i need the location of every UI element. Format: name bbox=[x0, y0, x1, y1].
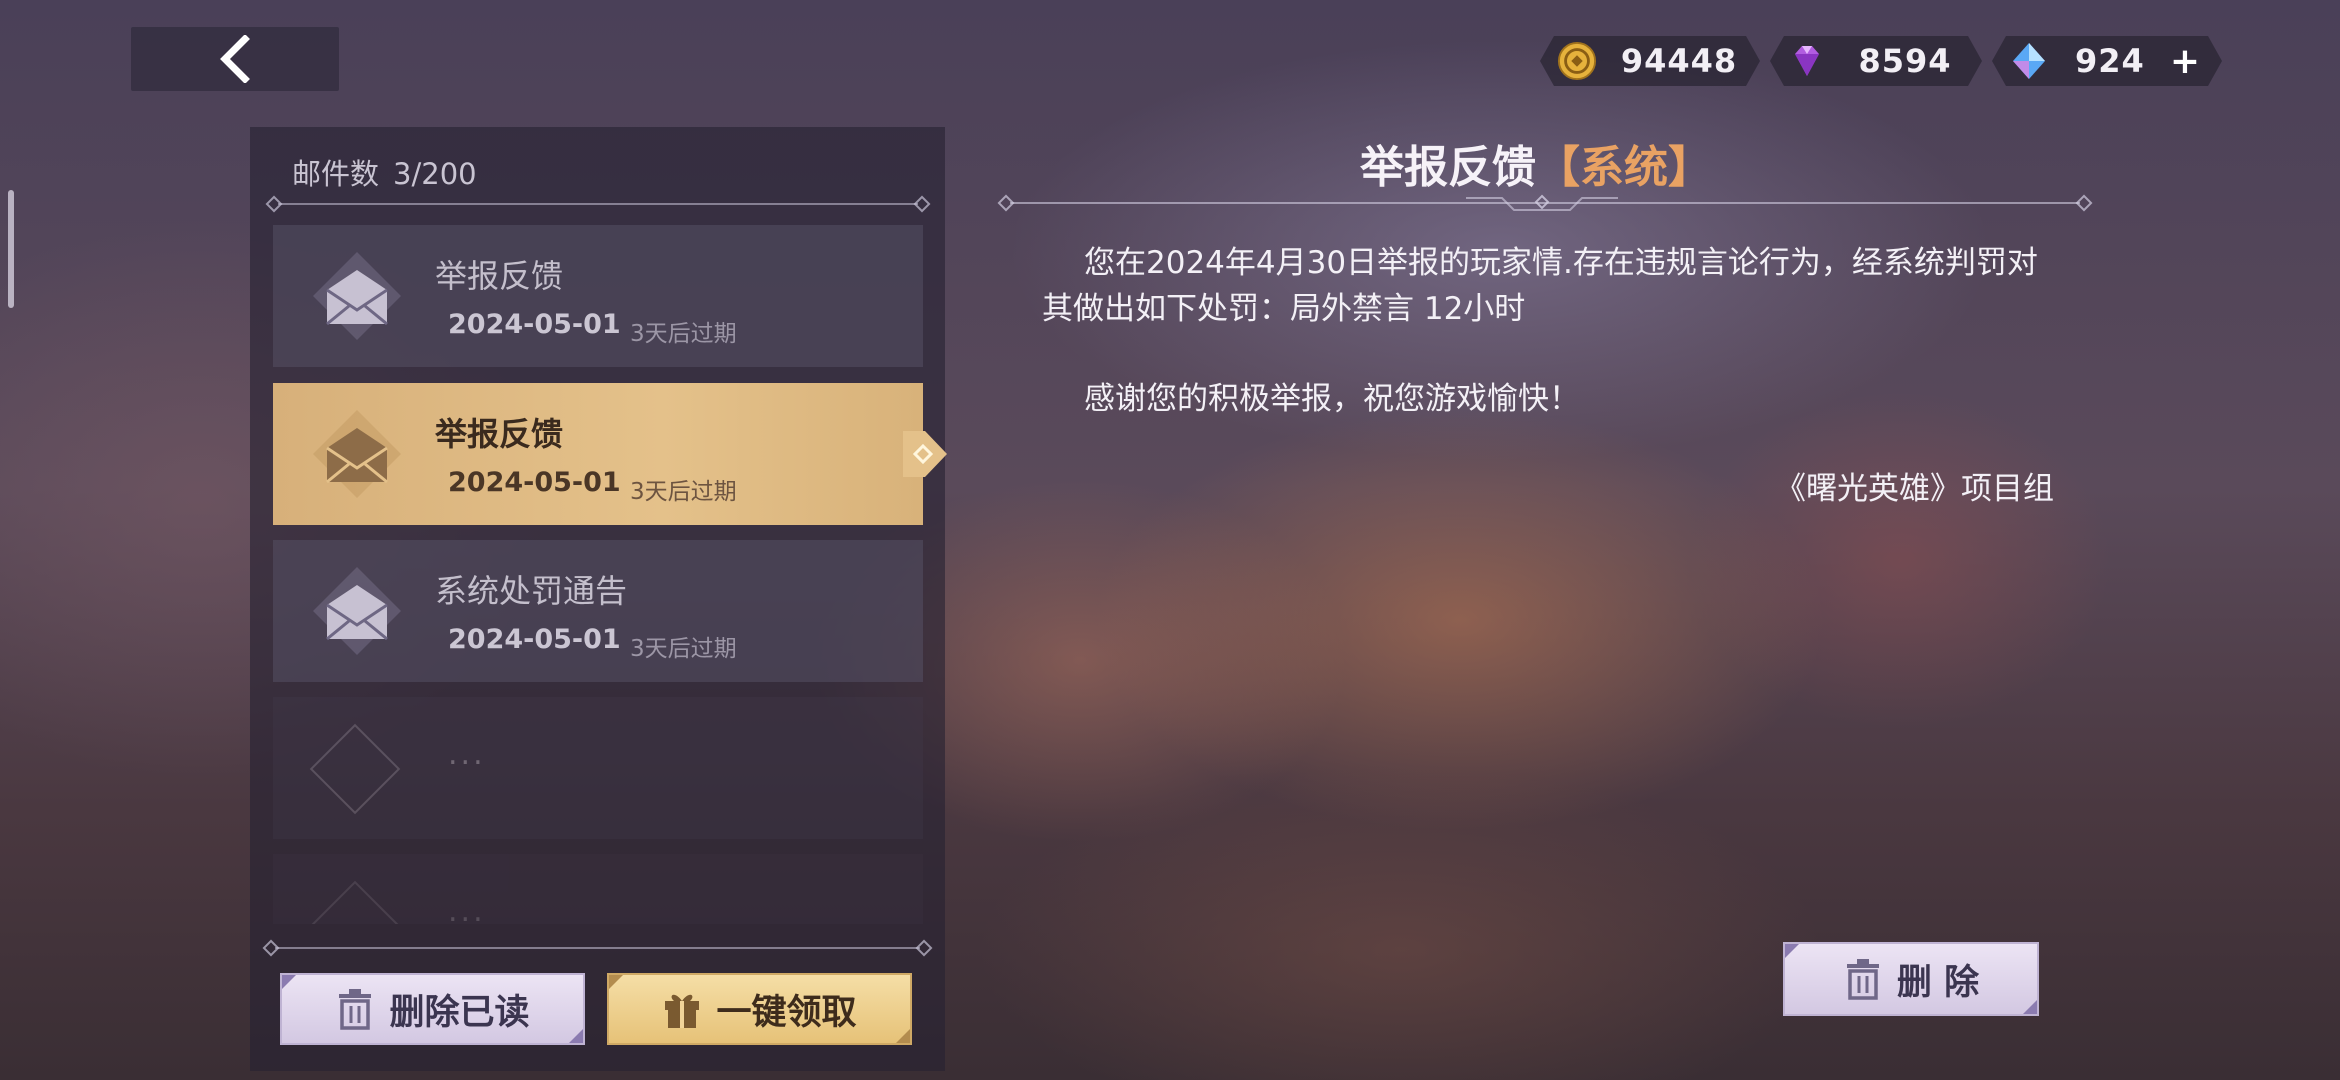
envelope-icon bbox=[273, 540, 441, 682]
mail-date: 2024-05-01 bbox=[448, 309, 621, 340]
gold-currency: 94448 bbox=[1540, 36, 1760, 86]
mail-item-selected[interactable]: 举报反馈 2024-05-01 3天后过期 bbox=[273, 383, 947, 525]
empty-slot-diamond-icon bbox=[309, 723, 401, 815]
detail-category-tag: 【系统】 bbox=[1536, 142, 1712, 193]
mail-title: 系统处罚通告 bbox=[435, 572, 628, 610]
empty-slot-diamond-icon bbox=[309, 880, 401, 924]
mail-count: 邮件数 3/200 bbox=[292, 151, 477, 193]
claim-all-label: 一键领取 bbox=[716, 992, 857, 1033]
edge-handle[interactable] bbox=[8, 190, 14, 308]
delete-mail-label: 删 除 bbox=[1896, 962, 1980, 1003]
diamond-amount: 8594 bbox=[1858, 42, 1952, 80]
gift-icon bbox=[665, 994, 700, 1028]
detail-title-text: 举报反馈 bbox=[1360, 142, 1536, 193]
purple-diamond-icon bbox=[1786, 40, 1828, 82]
mail-detail-title: 举报反馈【系统】 bbox=[1360, 131, 1712, 195]
corner-accent bbox=[1785, 944, 1799, 958]
mail-body-line: 您在2024年4月30日举报的玩家情.存在违规言论行为，经系统判罚对 bbox=[1084, 245, 2038, 281]
gold-amount: 94448 bbox=[1620, 42, 1738, 80]
mail-expire: 3天后过期 bbox=[630, 479, 737, 505]
mail-list-panel: 邮件数 3/200 举报反馈 2024-05-01 3天后过期 举报反馈 202… bbox=[250, 127, 947, 1071]
mail-count-value: 3/200 bbox=[393, 157, 477, 191]
corner-accent bbox=[282, 975, 296, 989]
crystal-currency: 924 + bbox=[1992, 36, 2222, 86]
envelope-icon bbox=[273, 383, 441, 525]
delete-read-button[interactable]: 删除已读 bbox=[280, 973, 585, 1045]
add-currency-button[interactable]: + bbox=[2170, 41, 2200, 82]
mail-title: 举报反馈 bbox=[435, 415, 564, 453]
mail-expire: 3天后过期 bbox=[630, 321, 737, 347]
crystal-amount: 924 bbox=[2075, 42, 2145, 80]
divider-ornament-icon bbox=[1466, 194, 1618, 211]
mail-date: 2024-05-01 bbox=[448, 467, 621, 498]
currency-bar: 94448 8594 924 + bbox=[1540, 36, 2222, 86]
corner-accent bbox=[609, 975, 623, 989]
corner-accent bbox=[569, 1029, 583, 1043]
mail-body: 您在2024年4月30日举报的玩家情.存在违规言论行为，经系统判罚对 其做出如下… bbox=[1042, 240, 2062, 422]
back-button[interactable] bbox=[131, 27, 339, 91]
empty-slot-placeholder: ... bbox=[448, 894, 486, 924]
empty-slot-placeholder: ... bbox=[448, 737, 486, 772]
envelope-icon bbox=[273, 225, 441, 367]
mail-body-line: 感谢您的积极举报，祝您游戏愉快！ bbox=[1084, 381, 1580, 417]
corner-accent bbox=[2023, 1000, 2037, 1014]
chevron-left-icon bbox=[220, 35, 250, 83]
mail-count-label: 邮件数 bbox=[292, 157, 380, 191]
empty-mail-slot: ... bbox=[273, 854, 923, 924]
list-top-divider bbox=[278, 203, 918, 205]
mail-item[interactable]: 举报反馈 2024-05-01 3天后过期 bbox=[273, 225, 923, 367]
empty-mail-slot: ... bbox=[273, 697, 923, 839]
mail-expire: 3天后过期 bbox=[630, 636, 737, 662]
mail-item[interactable]: 系统处罚通告 2024-05-01 3天后过期 bbox=[273, 540, 923, 682]
trash-icon bbox=[1846, 959, 1879, 1000]
list-bottom-divider bbox=[275, 947, 920, 949]
mail-date: 2024-05-01 bbox=[448, 624, 621, 655]
mail-signature: 《曙光英雄》项目组 bbox=[1775, 471, 2054, 507]
claim-all-button[interactable]: 一键领取 bbox=[607, 973, 912, 1045]
mail-body-line: 其做出如下处罚：局外禁言 12小时 bbox=[1042, 291, 1526, 327]
delete-mail-button[interactable]: 删 除 bbox=[1783, 942, 2039, 1016]
blue-crystal-icon bbox=[2008, 40, 2050, 82]
gold-coin-icon bbox=[1556, 40, 1598, 82]
diamond-currency: 8594 bbox=[1770, 36, 1982, 86]
mail-title: 举报反馈 bbox=[435, 257, 564, 295]
selection-arrow-icon bbox=[903, 431, 947, 477]
delete-read-label: 删除已读 bbox=[389, 992, 530, 1033]
corner-accent bbox=[896, 1029, 910, 1043]
trash-icon bbox=[339, 989, 372, 1030]
